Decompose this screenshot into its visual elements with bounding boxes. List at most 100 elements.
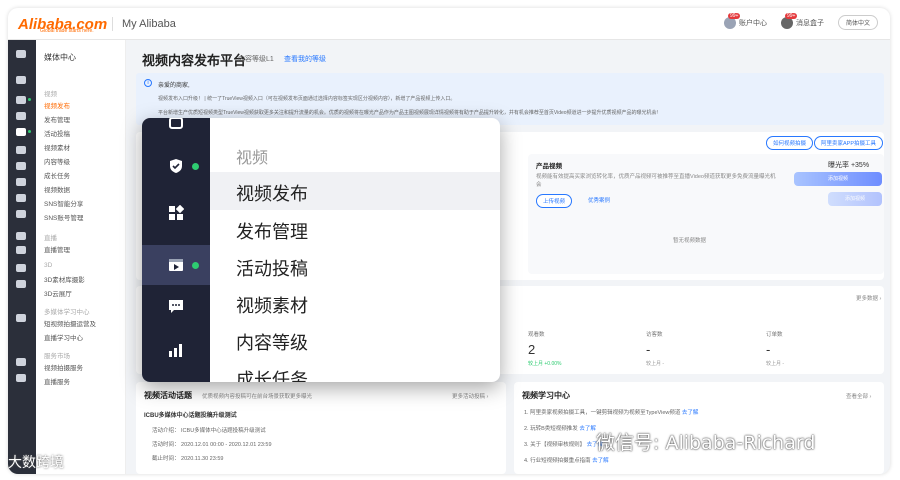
activity-deadline: 截止时间： 2020.11.30 23:59	[152, 456, 224, 462]
product-video-panel: 产品视频 视频能有效提高买家浏览转化率，优质产品视频可被推荐至直播Video频道…	[528, 154, 884, 274]
view-level-link[interactable]: 查看我的等级	[284, 54, 326, 64]
learning-item-text: 2. 玩转B类短视频推发	[524, 426, 578, 432]
shield-icon[interactable]	[168, 158, 184, 174]
divider	[112, 17, 113, 31]
nav-group-service-market: 服务市场	[44, 353, 70, 360]
upload-video-button[interactable]: 上传视频	[536, 194, 573, 208]
nav-item-3d-material[interactable]: 3D素材库摄影	[44, 274, 85, 284]
nav-group-3d: 3D	[44, 262, 53, 269]
heart-icon[interactable]	[16, 358, 26, 366]
zoomed-menu-list: 视频 视频发布 发布管理 活动投稿 视频素材 内容等级 成长任务	[210, 118, 500, 382]
nav-item-3d-showroom[interactable]: 3D云展厅	[44, 288, 72, 298]
zoom-item-video-material[interactable]: 视频素材	[236, 292, 308, 318]
store-icon[interactable]	[16, 76, 26, 84]
message-box-link[interactable]: 99+ 消息盒子	[780, 12, 824, 29]
nav-item-growth-tasks[interactable]: 成长任务	[44, 170, 70, 180]
message-icon[interactable]	[16, 146, 26, 154]
location-icon[interactable]	[16, 178, 26, 186]
zoom-item-publish-management[interactable]: 发布管理	[236, 218, 308, 244]
message-box-label: 消息盒子	[795, 19, 824, 27]
shield-icon[interactable]	[16, 96, 26, 104]
video-icon[interactable]	[16, 128, 26, 136]
media-center-nav: 媒体中心 视频 视频发布 发布管理 活动投稿 视频素材 内容等级 成长任务 视频…	[36, 40, 126, 474]
nav-item-video-material[interactable]: 视频素材	[44, 142, 70, 152]
circle-icon[interactable]	[16, 246, 26, 254]
activity-subtitle: 优质视频内容投稿可在前台场景获取更多曝光	[202, 394, 313, 400]
nav-item-video-data[interactable]: 视频数据	[44, 184, 70, 194]
nav-item-live-learning[interactable]: 直播学习中心	[44, 332, 83, 342]
plus-icon[interactable]	[16, 210, 26, 218]
activity-topics-card: 视频活动话题 优质视频内容投稿可在前台场景获取更多曝光 更多活动投稿 › ICB…	[136, 382, 506, 474]
learning-item: 4. 行业短视频拍摄重点指南 去了解	[524, 456, 609, 464]
top-bar: Alibaba.com Global trade starts here. My…	[8, 8, 890, 40]
stat-sub: 较上月 +0.00%	[528, 361, 562, 367]
activity-topic[interactable]: ICBU多媒体中心话题投稿升级测试	[144, 410, 237, 419]
bag-icon[interactable]	[16, 374, 26, 382]
nav-item-sns-share[interactable]: SNS智能分享	[44, 198, 83, 208]
alibaba-logo[interactable]: Alibaba.com Global trade starts here.	[18, 14, 107, 35]
store-icon[interactable]	[168, 118, 184, 130]
excellent-cases-link[interactable]: 优秀案例	[588, 196, 610, 204]
account-center-link[interactable]: 99+ 账户中心	[723, 12, 767, 29]
seller-app-tool-button[interactable]: 阿里卖家APP拍摄工具	[814, 136, 884, 150]
bar-chart-icon[interactable]	[168, 342, 184, 358]
nav-item-video-publish[interactable]: 视频发布	[44, 100, 70, 110]
grid-icon[interactable]	[168, 205, 184, 221]
zoom-item-content-level[interactable]: 内容等级	[236, 329, 308, 355]
add-video-button-secondary[interactable]: 添加视频	[828, 192, 882, 206]
stat-label: 观看数	[528, 332, 545, 338]
activity-title: 视频活动话题	[144, 391, 192, 400]
more-data-link[interactable]: 更多数据 ›	[856, 294, 881, 302]
add-video-button[interactable]: 添加视频	[794, 172, 882, 186]
doc-icon[interactable]	[16, 232, 26, 240]
content-level: 内容等级L1	[238, 56, 274, 63]
home-icon[interactable]	[16, 50, 26, 58]
logo-tagline: Global trade starts here.	[40, 28, 94, 34]
icon-rail	[8, 40, 36, 474]
learn-more-link[interactable]: 去了解	[682, 410, 699, 416]
online-dot	[192, 163, 199, 170]
nav-item-live-management[interactable]: 直播管理	[44, 244, 70, 254]
nav-heading: 媒体中心	[44, 53, 76, 62]
product-video-title: 产品视频	[536, 163, 562, 170]
info-icon: i	[144, 79, 152, 87]
notification-badge: 99+	[727, 12, 741, 19]
send-icon[interactable]	[16, 314, 26, 322]
zoomed-nav-overlay: 视频 视频发布 发布管理 活动投稿 视频素材 内容等级 成长任务	[142, 118, 500, 382]
grid-icon[interactable]	[16, 112, 26, 120]
more-activities-link[interactable]: 更多活动投稿 ›	[452, 392, 488, 400]
nav-group-learning: 多媒体学习中心	[44, 309, 90, 316]
notice-title: 亲爱的商家,	[158, 83, 190, 89]
view-all-link[interactable]: 查看全部 ›	[846, 392, 871, 400]
learning-item: 2. 玩转B类短视频推发 去了解	[524, 424, 596, 432]
topbar-actions: 99+ 账户中心 99+ 消息盒子 简体中文	[723, 12, 878, 30]
nav-item-content-level[interactable]: 内容等级	[44, 156, 70, 166]
zoom-item-video-publish[interactable]: 视频发布	[236, 180, 308, 206]
nav-item-short-video-ops[interactable]: 短视频拍摄运营及	[44, 318, 96, 328]
message-icon[interactable]	[168, 298, 184, 314]
learning-item-text: 3. 关于【视频审核规则】	[524, 442, 586, 448]
nav-item-live-service[interactable]: 直播服务	[44, 376, 70, 386]
language-selector[interactable]: 简体中文	[837, 15, 878, 30]
nav-item-video-shoot-service[interactable]: 视频拍摄服务	[44, 362, 83, 372]
zoom-item-growth-tasks[interactable]: 成长任务	[236, 366, 308, 382]
learn-more-link[interactable]: 去了解	[592, 458, 609, 464]
account-center-label: 账户中心	[738, 19, 767, 27]
upload-icon[interactable]	[16, 264, 26, 272]
stat-label: 订单数	[766, 332, 783, 338]
notice-line: 视频发布入口升级！ | 统一了TrueView视频入口（可在视频发布页面通过选择…	[158, 96, 456, 102]
stat-value: 2	[528, 342, 536, 357]
stat-value: -	[646, 342, 651, 357]
box-icon[interactable]	[16, 280, 26, 288]
nav-item-sns-accounts[interactable]: SNS账号管理	[44, 212, 83, 222]
nav-item-activity-submission[interactable]: 活动投稿	[44, 128, 70, 138]
nav-item-publish-management[interactable]: 发布管理	[44, 114, 70, 124]
video-icon[interactable]	[168, 257, 184, 273]
zoom-item-activity-submission[interactable]: 活动投稿	[236, 255, 308, 281]
message-badge: 99+	[784, 12, 798, 19]
bar-chart-icon[interactable]	[16, 162, 26, 170]
how-to-shoot-button[interactable]: 如何视频拍摄	[766, 136, 814, 150]
learning-item: 1. 阿里卖家视频拍摄工具，一键剪辑视频为视频至TypeView频道 去了解	[524, 408, 698, 416]
learn-more-link[interactable]: 去了解	[579, 426, 596, 432]
people-icon[interactable]	[16, 194, 26, 202]
